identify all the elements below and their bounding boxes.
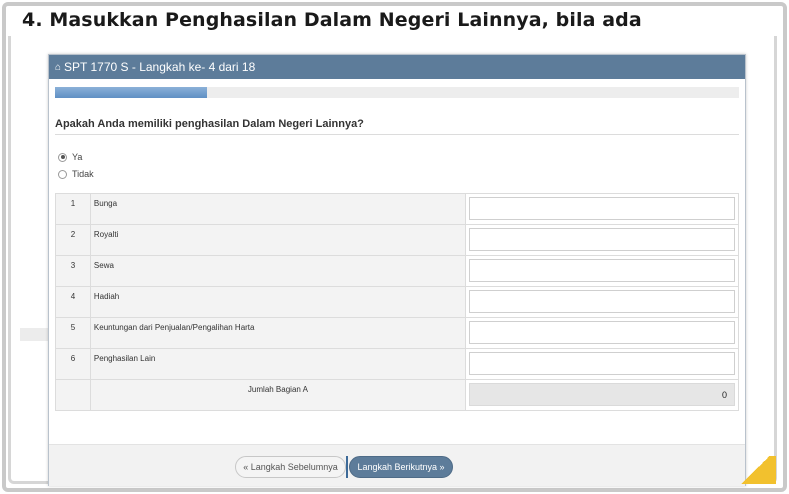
- home-icon[interactable]: ⌂: [55, 62, 61, 73]
- row-number: 5: [55, 317, 91, 349]
- chevron-double-left-icon: «: [243, 462, 251, 472]
- sewa-input[interactable]: [469, 259, 735, 282]
- divider: [55, 134, 739, 135]
- step-progress-bar: [55, 87, 739, 98]
- row-label: Bunga: [89, 193, 467, 225]
- income-table: 1 Bunga 2 Royalti 3 Sewa 4 Hadiah 5 Keun…: [55, 193, 739, 411]
- slide-title: 4. Masukkan Penghasilan Dalam Negeri Lai…: [22, 9, 642, 31]
- row-number: 1: [55, 193, 91, 225]
- row-number: 3: [55, 255, 91, 287]
- option-tidak[interactable]: Tidak: [58, 169, 94, 179]
- total-value-cell: 0: [465, 379, 739, 411]
- row-value-cell: [465, 286, 739, 318]
- row-label: Sewa: [89, 255, 467, 287]
- table-row: 3 Sewa: [55, 255, 739, 287]
- radio-button[interactable]: [58, 152, 67, 162]
- row-label: Hadiah: [89, 286, 467, 318]
- next-step-label: Langkah Berikutnya: [357, 462, 438, 472]
- hadiah-input[interactable]: [469, 290, 735, 313]
- corner-accent: [735, 456, 776, 484]
- table-row: 2 Royalti: [55, 224, 739, 256]
- row-label: Royalti: [89, 224, 467, 256]
- next-step-button[interactable]: Langkah Berikutnya »: [346, 456, 453, 478]
- option-ya[interactable]: Ya: [58, 152, 82, 162]
- row-value-cell: [465, 348, 739, 380]
- total-value: 0: [469, 383, 735, 406]
- window-header: ⌂ SPT 1770 S - Langkah ke- 4 dari 18: [49, 55, 745, 79]
- focus-marker: [346, 456, 348, 478]
- row-label: Keuntungan dari Penjualan/Pengalihan Har…: [89, 317, 467, 349]
- table-row: 4 Hadiah: [55, 286, 739, 318]
- option-label: Ya: [72, 152, 83, 162]
- keuntungan-input[interactable]: [469, 321, 735, 344]
- side-strip: [20, 328, 50, 341]
- form-footer: « Langkah Sebelumnya Langkah Berikutnya …: [49, 444, 745, 486]
- row-number: 6: [55, 348, 91, 380]
- row-number: [55, 379, 91, 411]
- row-value-cell: [465, 224, 739, 256]
- royalti-input[interactable]: [469, 228, 735, 251]
- bunga-input[interactable]: [469, 197, 735, 220]
- window-title: SPT 1770 S - Langkah ke- 4 dari 18: [64, 60, 256, 74]
- form-window: ⌂ SPT 1770 S - Langkah ke- 4 dari 18 Apa…: [48, 54, 746, 486]
- previous-step-button[interactable]: « Langkah Sebelumnya: [235, 456, 346, 478]
- total-row: Jumlah Bagian A 0: [55, 379, 739, 411]
- question-text: Apakah Anda memiliki penghasilan Dalam N…: [55, 118, 364, 130]
- row-value-cell: [465, 193, 739, 225]
- penghasilan-lain-input[interactable]: [469, 352, 735, 375]
- radio-button[interactable]: [58, 169, 67, 179]
- previous-step-label: Langkah Sebelumnya: [250, 462, 338, 472]
- table-row: 5 Keuntungan dari Penjualan/Pengalihan H…: [55, 317, 739, 349]
- chevron-double-right-icon: »: [437, 462, 445, 472]
- option-label: Tidak: [72, 169, 94, 179]
- row-number: 2: [55, 224, 91, 256]
- table-row: 1 Bunga: [55, 193, 739, 225]
- row-value-cell: [465, 317, 739, 349]
- row-number: 4: [55, 286, 91, 318]
- step-progress-fill: [55, 87, 207, 98]
- total-label: Jumlah Bagian A: [89, 379, 467, 411]
- row-value-cell: [465, 255, 739, 287]
- row-label: Penghasilan Lain: [89, 348, 467, 380]
- table-row: 6 Penghasilan Lain: [55, 348, 739, 380]
